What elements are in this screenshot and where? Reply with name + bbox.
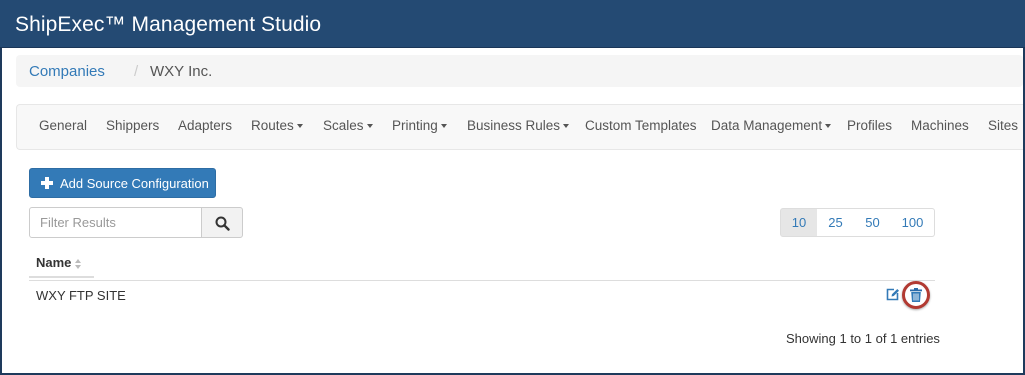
caret-down-icon <box>563 124 570 129</box>
caret-down-icon <box>440 124 447 129</box>
caret-down-icon <box>825 124 832 129</box>
nav-business-rules-label: Business Rules <box>467 118 561 133</box>
breadcrumb-separator: / <box>134 63 139 80</box>
search-icon <box>215 216 230 231</box>
caret-down-icon <box>296 124 303 129</box>
nav-adapters-label: Adapters <box>178 118 233 133</box>
edit-icon[interactable] <box>885 287 900 302</box>
table-row-divider <box>29 280 935 281</box>
app-header: ShipExec™ Management Studio <box>0 0 1025 48</box>
app-title: ShipExec™ Management Studio <box>15 13 322 36</box>
sort-icon <box>75 259 81 269</box>
nav-data-management-dropdown[interactable]: Data Management <box>711 118 832 133</box>
add-source-configuration-label: Add Source Configuration <box>60 176 209 191</box>
nav-custom-templates[interactable]: Custom Templates <box>585 118 697 133</box>
filter-results-input[interactable] <box>29 207 202 238</box>
table-row-name: WXY FTP SITE <box>36 288 126 303</box>
nav-sites-label: Sites <box>988 118 1019 133</box>
nav-printing-dropdown[interactable]: Printing <box>392 118 447 133</box>
page-size-100-button[interactable]: 100 <box>891 208 935 237</box>
nav-routes-dropdown[interactable]: Routes <box>251 118 303 133</box>
nav-routes-label: Routes <box>251 118 294 133</box>
nav-shippers[interactable]: Shippers <box>106 118 159 133</box>
page-size-10-button[interactable]: 10 <box>780 208 818 237</box>
nav-profiles[interactable]: Profiles <box>847 118 892 133</box>
nav-scales-dropdown[interactable]: Scales <box>323 118 373 133</box>
column-header-name[interactable]: Name <box>29 250 94 278</box>
trash-icon <box>910 288 922 302</box>
nav-general-label: General <box>39 118 88 133</box>
breadcrumb-current: WXY Inc. <box>150 63 213 80</box>
page-size-50-button[interactable]: 50 <box>854 208 892 237</box>
add-source-configuration-button[interactable]: Add Source Configuration <box>29 168 216 198</box>
nav-machines[interactable]: Machines <box>911 118 969 133</box>
nav-shippers-label: Shippers <box>106 118 160 133</box>
nav-data-management-label: Data Management <box>711 118 823 133</box>
caret-down-icon <box>366 124 373 129</box>
nav-profiles-label: Profiles <box>847 118 893 133</box>
nav-general[interactable]: General <box>39 118 87 133</box>
column-header-name-label: Name <box>36 255 72 270</box>
nav-sites[interactable]: Sites <box>988 118 1018 133</box>
plus-icon <box>41 177 53 189</box>
nav-scales-label: Scales <box>323 118 364 133</box>
company-nav-bar: General Shippers Adapters Routes Scales … <box>16 104 1023 150</box>
nav-adapters[interactable]: Adapters <box>178 118 232 133</box>
nav-business-rules-dropdown[interactable]: Business Rules <box>467 118 570 133</box>
table-info-text: Showing 1 to 1 of 1 entries <box>786 331 940 346</box>
page-size-25-button[interactable]: 25 <box>817 208 855 237</box>
delete-button-highlighted[interactable] <box>902 281 930 309</box>
nav-machines-label: Machines <box>911 118 969 133</box>
breadcrumb: Companies / WXY Inc. <box>16 55 1023 87</box>
search-button[interactable] <box>201 207 243 238</box>
breadcrumb-companies-link[interactable]: Companies <box>29 63 105 80</box>
nav-printing-label: Printing <box>392 118 438 133</box>
nav-custom-templates-label: Custom Templates <box>585 118 697 133</box>
